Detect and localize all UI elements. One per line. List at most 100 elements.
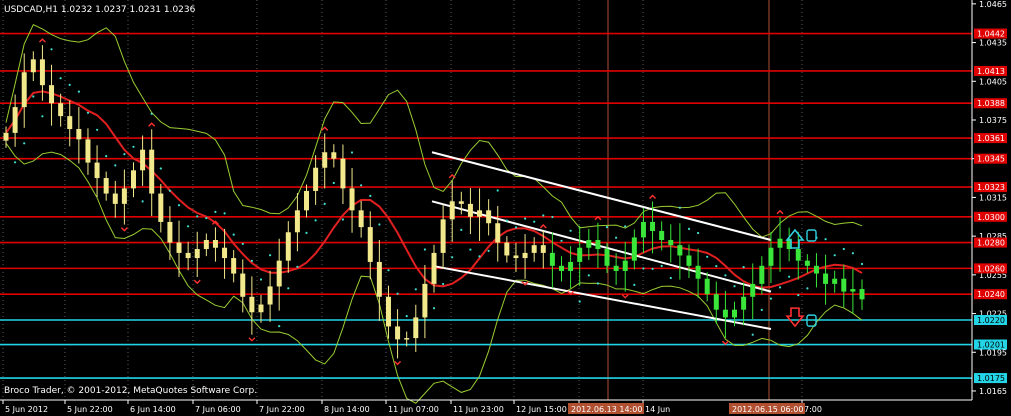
- resistance-label: 1.0413: [977, 67, 1005, 76]
- sar-dot: [423, 248, 426, 251]
- sar-dot: [50, 48, 53, 51]
- candle-body: [513, 255, 519, 259]
- sar-dot: [724, 274, 727, 277]
- y-tick-label: 1.0405: [979, 77, 1007, 86]
- candle-body: [249, 296, 255, 313]
- sar-dot: [578, 300, 581, 303]
- sar-dot: [642, 267, 645, 270]
- candle-body: [212, 240, 218, 248]
- sar-dot: [369, 194, 372, 197]
- sar-dot: [77, 90, 80, 93]
- resistance-label: 1.0442: [977, 30, 1005, 39]
- resistance-label: 1.0300: [977, 213, 1005, 222]
- candle-body: [558, 265, 564, 271]
- candle-body: [276, 260, 282, 287]
- x-axis-ticks: 5 Jun 2012 5 Jun 22:00 6 Jun 14:00 7 Jun 06…: [2, 400, 822, 414]
- candle-body: [49, 85, 55, 104]
- x-tick-label: 7 Jun 06:00: [195, 405, 241, 414]
- chart-area[interactable]: 1.0465 1.0435 1.0405 1.0375 1.0345 1.0315 1.02…: [0, 0, 1011, 416]
- sar-dot: [669, 276, 672, 280]
- sar-dot: [715, 265, 718, 268]
- sar-dot: [615, 236, 618, 239]
- sar-dot: [651, 267, 654, 270]
- candle-body: [67, 116, 73, 130]
- candle-body: [440, 219, 446, 253]
- candle-body: [777, 238, 783, 248]
- candle-body: [504, 242, 510, 256]
- candle-body: [340, 158, 346, 189]
- sar-dot: [542, 214, 545, 217]
- sar-dot: [778, 286, 782, 289]
- candle-body: [732, 309, 738, 318]
- sar-dot: [205, 217, 208, 220]
- candle-body: [385, 296, 391, 327]
- chart-header: USDCAD,H1 1.0232 1.0237 1.0231 1.0236: [4, 5, 196, 15]
- sar-dot: [560, 239, 563, 242]
- resistance-label: 1.0240: [977, 290, 1005, 299]
- candle-body: [285, 232, 291, 261]
- candle-body: [650, 221, 656, 231]
- sar-dot: [824, 238, 827, 241]
- sar-dot: [232, 233, 235, 236]
- x-highlight-label: 2012.06.13 14:00: [571, 405, 642, 414]
- sar-dot: [278, 325, 281, 328]
- candle-body: [750, 283, 756, 297]
- candle-body: [149, 149, 155, 194]
- sar-dot: [469, 248, 472, 251]
- sar-dot: [214, 210, 217, 213]
- resistance-label: 1.0361: [977, 134, 1005, 143]
- sar-dot: [514, 226, 518, 229]
- sar-dot: [569, 229, 572, 232]
- candle-body: [531, 245, 537, 253]
- sar-dot: [296, 265, 299, 268]
- sar-dot: [478, 255, 481, 258]
- sar-dot: [797, 294, 800, 297]
- sar-dot: [96, 128, 99, 131]
- sar-dot: [396, 292, 399, 295]
- candle-body: [349, 188, 355, 211]
- candle-body: [850, 289, 856, 292]
- candle-body: [222, 247, 228, 259]
- candle-body: [358, 210, 364, 228]
- candle-body: [832, 278, 838, 284]
- sar-dot: [196, 215, 199, 218]
- candle-body: [304, 190, 310, 211]
- candle-body: [449, 201, 455, 220]
- sar-dot: [742, 266, 745, 269]
- sar-dot: [223, 212, 226, 215]
- sar-dot: [451, 256, 454, 259]
- sar-dot: [733, 285, 736, 288]
- y-tick-label: 1.0375: [979, 116, 1007, 125]
- sar-dot: [860, 262, 864, 266]
- sar-dot: [697, 231, 700, 235]
- sar-dot: [250, 259, 253, 262]
- candle-body: [631, 237, 637, 261]
- candle-body: [176, 242, 182, 253]
- candle-body: [804, 260, 810, 266]
- sar-dot: [760, 308, 763, 311]
- candle-body: [3, 132, 9, 141]
- candle-body: [376, 261, 382, 297]
- support-label: 1.0220: [977, 316, 1005, 325]
- x-highlight-label: 2012.06.15 06:00: [732, 405, 803, 414]
- sar-dot: [68, 83, 71, 86]
- candle-body: [12, 107, 18, 133]
- candle-body: [413, 317, 419, 339]
- candle-body: [158, 193, 164, 222]
- candle-body: [422, 283, 428, 318]
- sar-dot: [769, 297, 773, 300]
- candle-body: [722, 309, 728, 318]
- sar-dot: [41, 115, 44, 118]
- x-tick-label: 7 Jun 22:00: [259, 405, 305, 414]
- x-tick-label: 6 Jun 14:00: [130, 405, 176, 414]
- sar-dot: [533, 220, 536, 223]
- candle-body: [613, 265, 619, 271]
- x-tick-label: 12 Jun 15:00: [516, 405, 567, 414]
- candle-body: [240, 273, 246, 297]
- sar-dot: [405, 315, 408, 318]
- x-tick-label: 5 Jun 22:00: [67, 405, 113, 414]
- candle-body: [604, 249, 610, 266]
- candle-body: [331, 152, 337, 159]
- candle-body: [640, 221, 646, 238]
- candle-body: [622, 260, 628, 271]
